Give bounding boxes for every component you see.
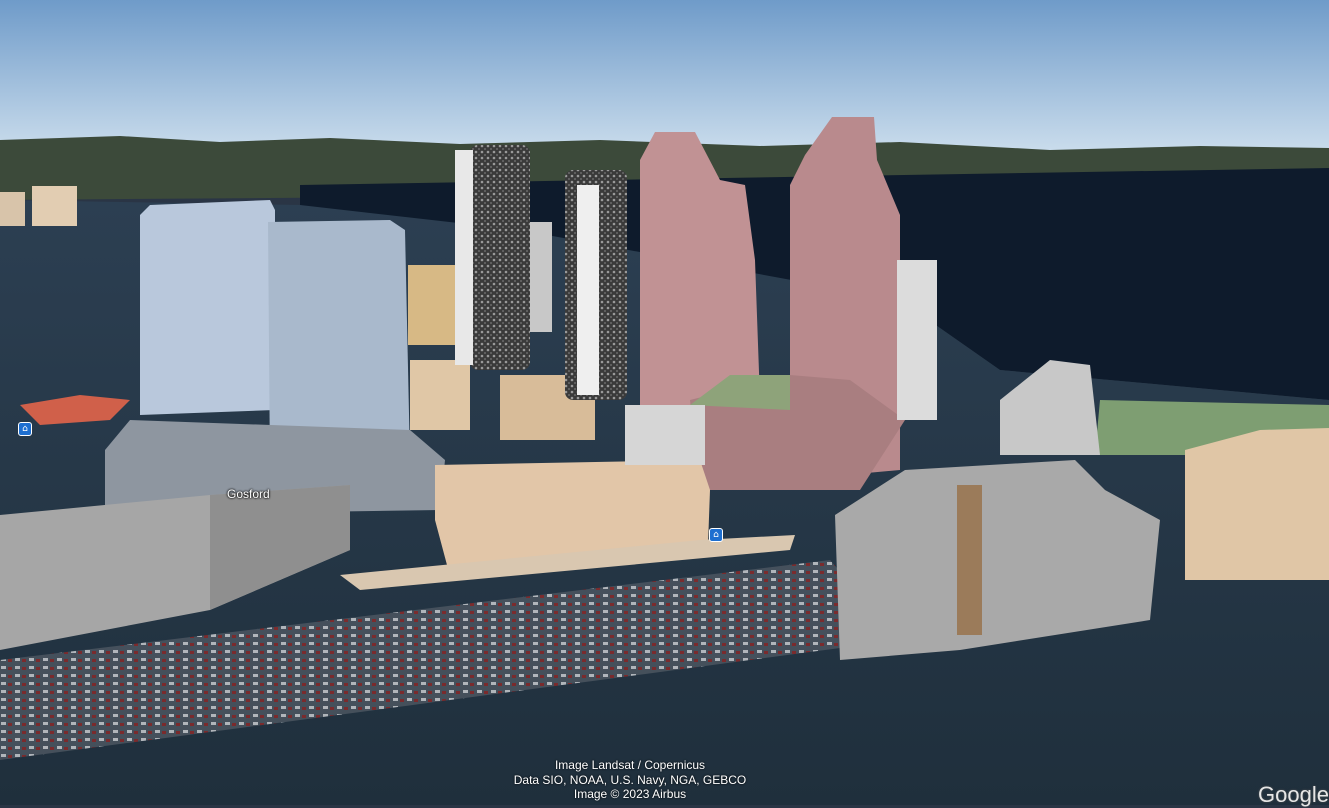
attribution-line: Data SIO, NOAA, U.S. Navy, NGA, GEBCO bbox=[513, 772, 747, 787]
google-logo: Google bbox=[1258, 782, 1329, 807]
grey-block bbox=[625, 405, 705, 465]
white-tower bbox=[577, 185, 599, 395]
distant-building bbox=[0, 192, 25, 226]
grey-tower bbox=[530, 222, 552, 332]
tan-building bbox=[410, 360, 470, 430]
beige-building-right bbox=[1185, 428, 1329, 580]
train-station-icon[interactable]: ⌂ bbox=[709, 528, 723, 542]
white-building bbox=[897, 260, 937, 420]
blue-tower-left bbox=[140, 200, 275, 415]
brown-strip bbox=[957, 485, 982, 635]
place-label-gosford[interactable]: Gosford bbox=[227, 487, 270, 501]
train-station-icon[interactable]: ⌂ bbox=[18, 422, 32, 436]
tan-building bbox=[408, 265, 458, 345]
dark-textured-tower bbox=[470, 145, 530, 370]
map-attribution: Image Landsat / Copernicus Data SIO, NOA… bbox=[480, 758, 780, 802]
attribution-line: Image © 2023 Airbus bbox=[573, 787, 687, 801]
attribution-line: Image Landsat / Copernicus bbox=[554, 758, 706, 772]
white-tower bbox=[455, 150, 473, 365]
distant-building bbox=[32, 186, 77, 226]
map-3d-view[interactable] bbox=[0, 0, 1329, 805]
